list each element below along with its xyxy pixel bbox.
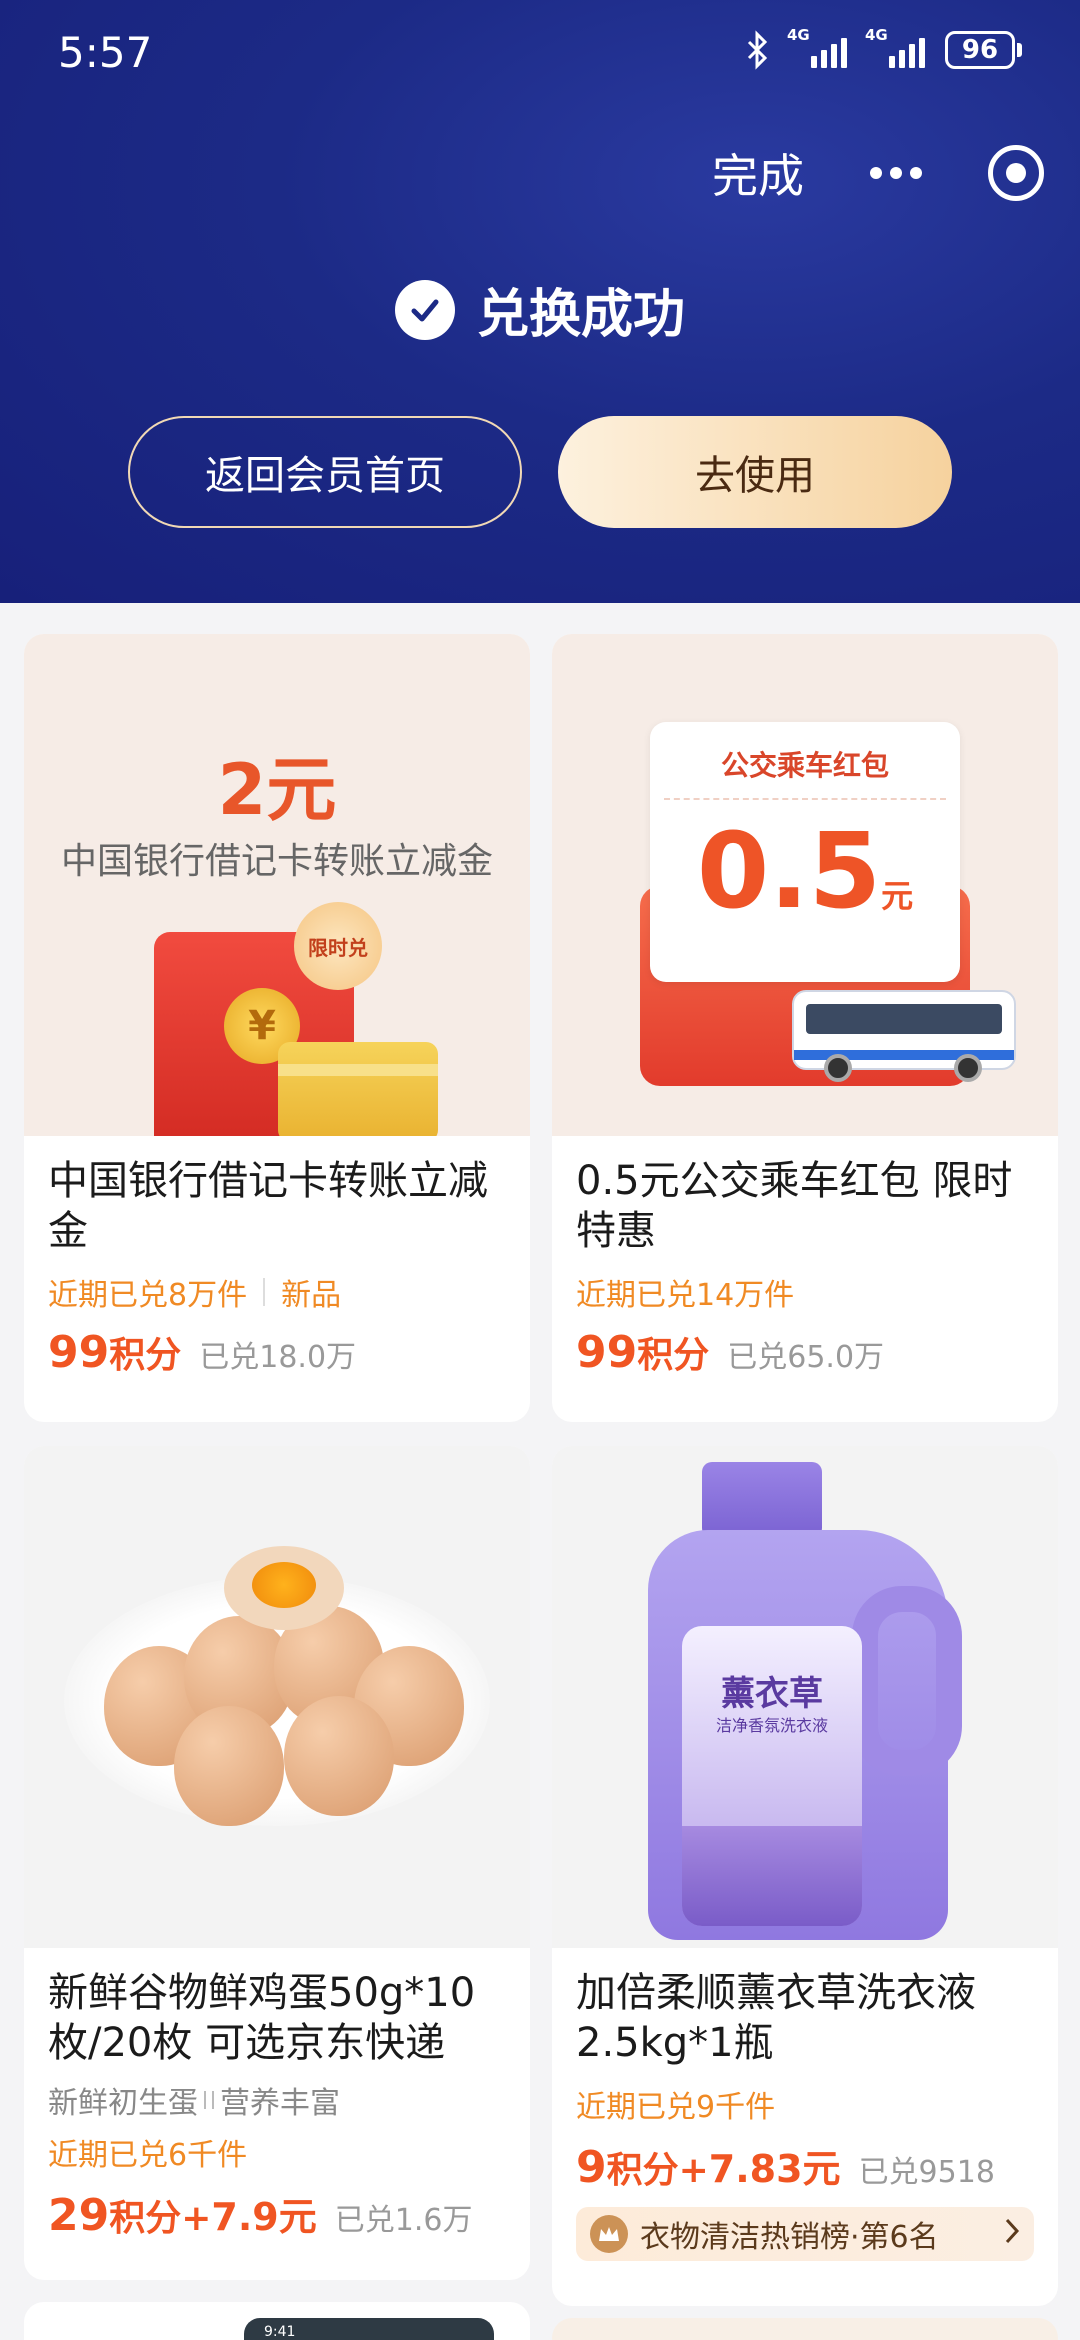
product-image: 2元 中国银行借记卡转账立减金 ¥ 限时兑: [24, 634, 530, 1136]
tag: 营养丰富: [220, 2086, 340, 2121]
chevron-right-icon: [1004, 2214, 1020, 2254]
price-row: 99 积分 已兑65.0万: [576, 1326, 1034, 1378]
sold-count: 已兑65.0万: [727, 1340, 885, 1375]
product-card[interactable]: 公交乘车红包 0.5元 0.5元公交乘车红包 限时特惠 近期已兑14万件 99 …: [552, 634, 1058, 1422]
product-title: 加倍柔顺薰衣草洗衣液2.5kg*1瓶: [576, 1970, 976, 2066]
cracked-egg-icon: [224, 1546, 344, 1630]
product-meta: 近期已兑14万件: [576, 1270, 1034, 1314]
price-cash: 7.9元: [211, 2195, 317, 2239]
sold-count: 已兑1.6万: [334, 2203, 473, 2238]
success-title: 兑换成功: [476, 285, 685, 345]
crown-icon: [590, 2215, 628, 2253]
network-label: 4G: [787, 26, 810, 44]
ticket-card: 公交乘车红包 0.5元: [650, 722, 960, 982]
product-image: 公交乘车红包 0.5元: [552, 634, 1058, 1136]
status-icons: 4G 4G 96: [745, 28, 1022, 70]
redeem-count: 近期已兑14万件: [576, 1278, 795, 1313]
tag: 新鲜初生蛋: [48, 2086, 198, 2121]
product-meta: 近期已兑9千件: [576, 2082, 1034, 2126]
signal-icon: 4G: [865, 28, 927, 68]
product-title: 新鲜谷物鲜鸡蛋50g*10枚/20枚 可选京东快递: [48, 1970, 476, 2066]
status-time: 5:57: [58, 28, 153, 77]
bluetooth-icon: [747, 30, 768, 70]
network-label: 4G: [865, 26, 888, 44]
price-points: 29: [48, 2190, 110, 2241]
product-info: 新鲜谷物鲜鸡蛋50g*10枚/20枚 可选京东快递 新鲜初生蛋 营养丰富 近期已…: [24, 1948, 530, 2241]
check-icon: [394, 279, 455, 340]
new-tag: 新品: [281, 1278, 342, 1313]
redeem-count: 近期已兑6千件: [48, 2138, 248, 2173]
price-points: 99: [48, 1327, 110, 1378]
signal-icon: 4G: [787, 28, 849, 68]
price-row: 9 积分+ 7.83元 已兑9518: [576, 2138, 1034, 2193]
bottle-label: 薰衣草 洁净香氛洗衣液: [682, 1626, 862, 1926]
bottle-label-sub: 洁净香氛洗衣液: [715, 1716, 828, 1735]
price-points: 99: [576, 1327, 638, 1378]
product-info: 中国银行借记卡转账立减金 近期已兑8万件 新品 99 积分 已兑18.0万: [24, 1136, 530, 1378]
product-image: [24, 1446, 530, 1948]
back-home-button[interactable]: 返回会员首页: [128, 416, 522, 528]
egg-icon: [174, 1706, 284, 1826]
product-card-partial[interactable]: 9:41: [24, 2302, 530, 2340]
bottle-label-title: 薰衣草: [721, 1674, 823, 1714]
status-bar: 5:57 4G 4G 96: [0, 0, 1080, 110]
bus-icon: [792, 990, 1016, 1082]
product-meta: 近期已兑8万件 新品: [48, 1270, 506, 1314]
image-subtitle: 中国银行借记卡转账立减金: [60, 841, 493, 882]
header: 5:57 4G 4G 96 完成 兑换成功 返回会员首页 去使用: [0, 0, 1080, 603]
rank-badge[interactable]: 衣物清洁热销榜·第6名: [576, 2207, 1034, 2261]
phone-thumbnail: 9:41: [244, 2318, 494, 2340]
product-image: 薰衣草 洁净香氛洗衣液: [552, 1446, 1058, 1948]
more-icon[interactable]: [870, 167, 922, 179]
go-use-button[interactable]: 去使用: [558, 416, 952, 528]
sold-count: 已兑9518: [858, 2155, 995, 2190]
ticket-amount: 0.5: [696, 810, 882, 932]
rank-text: 衣物清洁热销榜·第6名: [640, 2220, 939, 2255]
redeem-count: 近期已兑8万件: [48, 1278, 248, 1313]
price-unit: 积分: [109, 1335, 182, 1376]
price-unit: 积分+: [109, 2198, 212, 2239]
product-card[interactable]: 薰衣草 洁净香氛洗衣液 加倍柔顺薰衣草洗衣液2.5kg*1瓶 近期已兑9千件 9…: [552, 1446, 1058, 2306]
top-actions: 完成: [712, 140, 1044, 206]
limited-badge: 限时兑: [294, 902, 382, 990]
bottle-cap: [702, 1462, 822, 1538]
product-info: 0.5元公交乘车红包 限时特惠 近期已兑14万件 99 积分 已兑65.0万: [552, 1136, 1058, 1378]
product-info: 加倍柔顺薰衣草洗衣液2.5kg*1瓶 近期已兑9千件 9 积分+ 7.83元 已…: [552, 1948, 1058, 2261]
product-title: 中国银行借记卡转账立减金: [48, 1158, 488, 1254]
image-amount: 2元: [217, 749, 337, 831]
gold-card-icon: [278, 1042, 438, 1136]
sold-count: 已兑18.0万: [199, 1340, 357, 1375]
ticket-title: 公交乘车红包: [720, 749, 889, 782]
price-row: 29 积分+ 7.9元 已兑1.6万: [48, 2186, 506, 2241]
egg-icon: [284, 1696, 394, 1816]
thumbnail-time: 9:41: [264, 2324, 296, 2340]
done-button[interactable]: 完成: [712, 140, 804, 206]
battery-icon: 96: [945, 31, 1022, 69]
product-card-partial[interactable]: [552, 2318, 1058, 2340]
product-title: 0.5元公交乘车红包 限时特惠: [576, 1158, 1013, 1254]
action-buttons: 返回会员首页 去使用: [128, 416, 952, 528]
product-meta: 近期已兑6千件: [48, 2130, 506, 2174]
price-unit: 积分+: [606, 2150, 709, 2191]
product-card[interactable]: 新鲜谷物鲜鸡蛋50g*10枚/20枚 可选京东快递 新鲜初生蛋 营养丰富 近期已…: [24, 1446, 530, 2280]
price-points: 9: [576, 2142, 607, 2193]
product-tags: 新鲜初生蛋 营养丰富: [48, 2078, 506, 2122]
close-miniprogram-icon[interactable]: [988, 145, 1044, 201]
success-row: 兑换成功: [0, 272, 1080, 347]
product-card[interactable]: 2元 中国银行借记卡转账立减金 ¥ 限时兑 中国银行借记卡转账立减金 近期已兑8…: [24, 634, 530, 1422]
redeem-count: 近期已兑9千件: [576, 2090, 776, 2125]
price-row: 99 积分 已兑18.0万: [48, 1326, 506, 1378]
bottle-handle: [852, 1586, 962, 1776]
battery-level: 96: [945, 31, 1015, 69]
ticket-amount-unit: 元: [881, 877, 914, 915]
price-unit: 积分: [637, 1335, 710, 1376]
price-cash: 7.83元: [708, 2147, 841, 2191]
